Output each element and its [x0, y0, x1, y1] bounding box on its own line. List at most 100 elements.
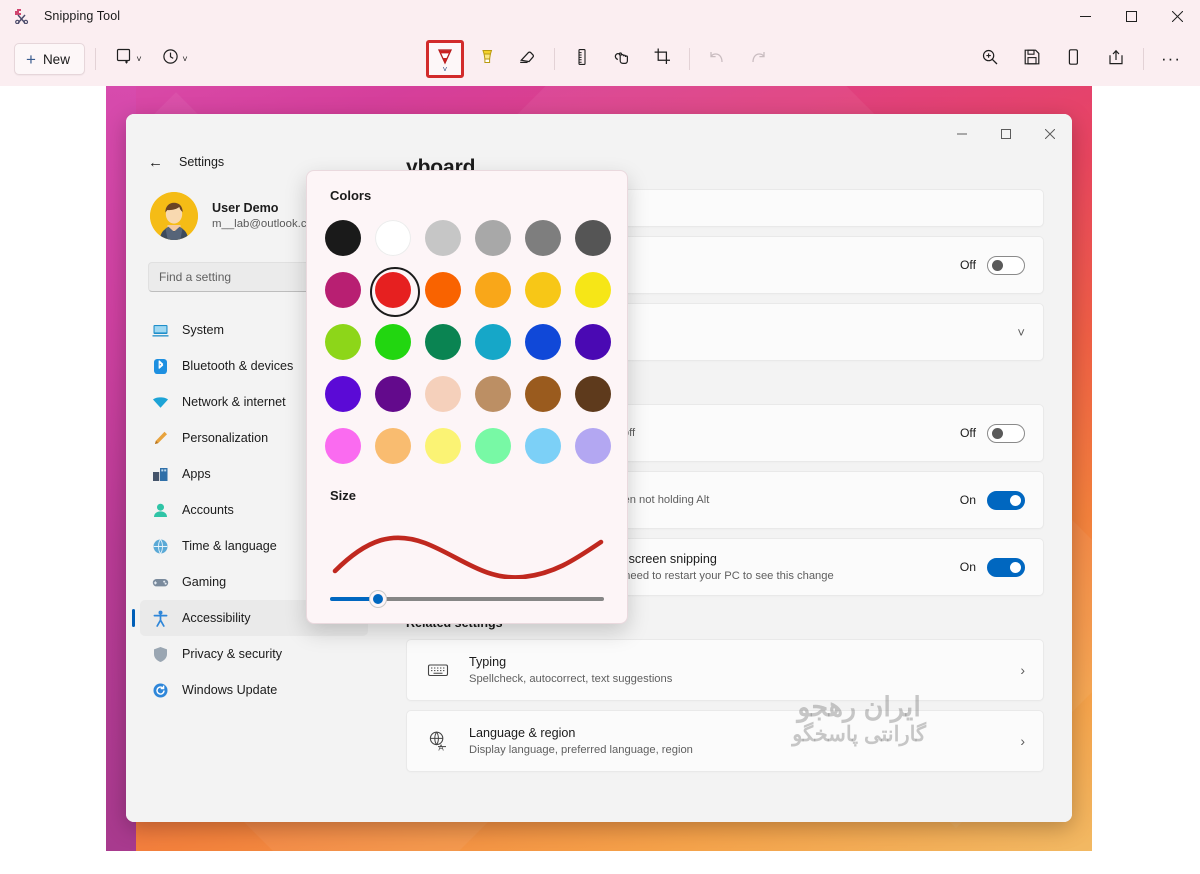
- canvas-area[interactable]: ← Settings User Demo m__lab@outlook.com …: [0, 86, 1200, 874]
- maximize-button[interactable]: [1108, 0, 1154, 32]
- minimize-button[interactable]: [1062, 0, 1108, 32]
- delay-button[interactable]: ˅: [152, 42, 198, 76]
- color-swatch-dark-gray[interactable]: [575, 220, 611, 256]
- color-swatch-cell[interactable]: [325, 376, 361, 412]
- color-swatch-violet[interactable]: [325, 376, 361, 412]
- color-swatch-green[interactable]: [375, 324, 411, 360]
- settings-close-button[interactable]: [1028, 114, 1072, 154]
- color-swatch-cell[interactable]: [375, 376, 411, 412]
- toggle-state-label: Off: [959, 426, 976, 440]
- toggle-switch[interactable]: [987, 557, 1025, 577]
- related-setting-language-region[interactable]: A Language & region Display language, pr…: [406, 710, 1044, 772]
- color-swatch-teal-green[interactable]: [425, 324, 461, 360]
- color-swatch-cell[interactable]: [475, 272, 511, 308]
- color-swatch-purple[interactable]: [375, 376, 411, 412]
- color-swatch-cell[interactable]: [525, 220, 561, 256]
- color-swatch-light-orange[interactable]: [375, 428, 411, 464]
- color-swatch-cell[interactable]: [325, 324, 361, 360]
- color-swatch-lime[interactable]: [325, 324, 361, 360]
- color-swatch-cell[interactable]: [475, 428, 511, 464]
- ruler-button[interactable]: [565, 42, 599, 76]
- color-swatch-cell[interactable]: [375, 324, 411, 360]
- color-swatch-cell[interactable]: [425, 272, 461, 308]
- color-swatch-gray[interactable]: [525, 220, 561, 256]
- close-button[interactable]: [1154, 0, 1200, 32]
- settings-minimize-button[interactable]: [940, 114, 984, 154]
- back-arrow-icon[interactable]: ←: [148, 155, 163, 170]
- toggle-switch[interactable]: [987, 255, 1025, 275]
- color-swatch-amber[interactable]: [525, 272, 561, 308]
- color-swatch-cell[interactable]: [425, 428, 461, 464]
- color-swatch-cell[interactable]: [375, 220, 411, 256]
- color-swatch-lavender[interactable]: [575, 428, 611, 464]
- color-swatch-red[interactable]: [370, 267, 420, 317]
- color-swatch-cell[interactable]: [575, 220, 611, 256]
- color-swatch-blue[interactable]: [525, 324, 561, 360]
- sidebar-item-label: Bluetooth & devices: [182, 359, 294, 373]
- color-swatch-cell[interactable]: [425, 376, 461, 412]
- color-swatch-cell[interactable]: [425, 220, 461, 256]
- toggle-switch[interactable]: [987, 423, 1025, 443]
- color-swatch-cell[interactable]: [525, 272, 561, 308]
- more-options-button[interactable]: ···: [1154, 42, 1188, 76]
- sidebar-item-windows-update[interactable]: Windows Update: [140, 672, 368, 708]
- pen-tool-button[interactable]: ˅: [426, 40, 464, 78]
- touch-writing-button[interactable]: [605, 42, 639, 76]
- color-swatch-cell[interactable]: [575, 272, 611, 308]
- color-swatch-cell[interactable]: [325, 428, 361, 464]
- related-setting-typing[interactable]: Typing Spellcheck, autocorrect, text sug…: [406, 639, 1044, 701]
- color-swatch-sky[interactable]: [525, 428, 561, 464]
- chevron-down-icon[interactable]: ˅: [1017, 325, 1025, 340]
- color-swatch-pink[interactable]: [325, 428, 361, 464]
- highlighter-button[interactable]: [470, 42, 504, 76]
- color-swatch-magenta[interactable]: [325, 272, 361, 308]
- color-swatch-cell[interactable]: [475, 220, 511, 256]
- crop-button[interactable]: [645, 42, 679, 76]
- color-swatch-indigo[interactable]: [575, 324, 611, 360]
- card-title: Language & region: [469, 725, 576, 740]
- sidebar-item-privacy-security[interactable]: Privacy & security: [140, 636, 368, 672]
- new-snip-button[interactable]: + New: [14, 43, 85, 75]
- color-swatch-orange[interactable]: [475, 272, 511, 308]
- color-swatch-cell[interactable]: [475, 324, 511, 360]
- toggle-switch[interactable]: [987, 490, 1025, 510]
- color-swatch-cell[interactable]: [475, 376, 511, 412]
- settings-maximize-button[interactable]: [984, 114, 1028, 154]
- color-swatch-cell[interactable]: [325, 272, 361, 308]
- copy-button[interactable]: [1057, 42, 1091, 76]
- color-swatch-cell[interactable]: [575, 376, 611, 412]
- color-swatch-cell[interactable]: [525, 324, 561, 360]
- color-swatch-light-yellow[interactable]: [425, 428, 461, 464]
- color-swatch-orange-red[interactable]: [425, 272, 461, 308]
- color-swatch-mint[interactable]: [475, 428, 511, 464]
- save-button[interactable]: [1015, 42, 1049, 76]
- eraser-button[interactable]: [510, 42, 544, 76]
- card-text: Typing Spellcheck, autocorrect, text sug…: [469, 653, 1020, 687]
- snip-mode-button[interactable]: ˅: [106, 42, 152, 76]
- color-swatch-cell[interactable]: [325, 220, 361, 256]
- color-swatch-cell[interactable]: [370, 267, 420, 317]
- zoom-button[interactable]: [973, 42, 1007, 76]
- color-swatch-cell[interactable]: [525, 428, 561, 464]
- color-swatch-cyan[interactable]: [475, 324, 511, 360]
- color-swatch-cell[interactable]: [375, 428, 411, 464]
- sidebar-item-label: Accounts: [182, 503, 234, 517]
- slider-thumb[interactable]: [370, 591, 386, 607]
- undo-button[interactable]: [700, 42, 734, 76]
- color-swatch-yellow[interactable]: [575, 272, 611, 308]
- color-swatch-white[interactable]: [375, 220, 411, 256]
- share-button[interactable]: [1099, 42, 1133, 76]
- redo-button[interactable]: [740, 42, 774, 76]
- color-swatch-cell[interactable]: [425, 324, 461, 360]
- color-swatch-cell[interactable]: [575, 324, 611, 360]
- color-swatch-silver[interactable]: [475, 220, 511, 256]
- color-swatch-cell[interactable]: [525, 376, 561, 412]
- color-swatch-light-gray[interactable]: [425, 220, 461, 256]
- color-swatch-peach[interactable]: [425, 376, 461, 412]
- color-swatch-brown[interactable]: [525, 376, 561, 412]
- color-swatch-tan[interactable]: [475, 376, 511, 412]
- size-slider[interactable]: [330, 589, 604, 609]
- color-swatch-black[interactable]: [325, 220, 361, 256]
- color-swatch-dark-brown[interactable]: [575, 376, 611, 412]
- color-swatch-cell[interactable]: [575, 428, 611, 464]
